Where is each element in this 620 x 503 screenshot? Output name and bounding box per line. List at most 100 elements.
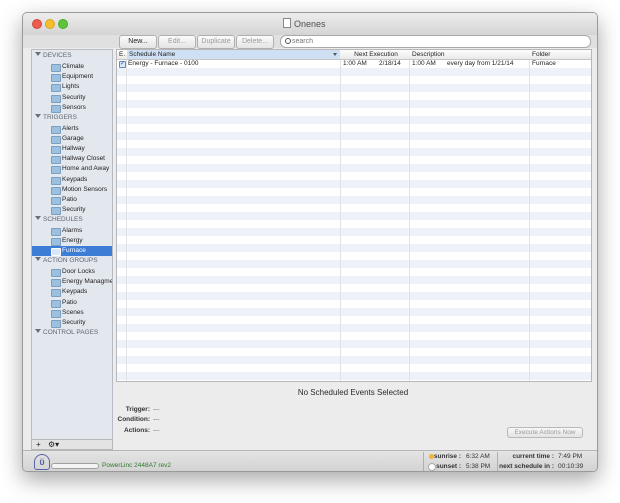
column-header-schedule-name-label: Schedule Name <box>129 51 176 58</box>
sidebar-item-label: Patio <box>62 195 77 203</box>
sidebar-section-header[interactable]: DEVICES <box>35 52 72 59</box>
folder-icon <box>51 289 61 298</box>
disclosure-triangle-icon[interactable] <box>35 328 41 333</box>
sidebar-item[interactable]: Energy <box>32 236 112 246</box>
sidebar-item[interactable]: Security <box>32 205 112 216</box>
search-field[interactable] <box>280 35 591 48</box>
sidebar-item[interactable]: Keypads <box>32 287 112 298</box>
trigger-label: Trigger: <box>125 406 150 413</box>
condition-label: Condition: <box>117 416 151 423</box>
sidebar-item[interactable]: Keypads <box>32 175 112 185</box>
sidebar-item-label: Alerts <box>62 124 79 132</box>
column-header-folder[interactable]: Folder <box>530 50 591 59</box>
sidebar-item[interactable]: Hallway Closet <box>32 154 112 165</box>
sidebar-item[interactable]: Home and Away <box>32 164 112 175</box>
sidebar-item-label: Motion Sensors <box>62 185 108 193</box>
gear-menu-button[interactable]: ⚙▾ <box>48 440 59 449</box>
minimize-window-button[interactable] <box>45 19 55 29</box>
folder-icon <box>51 145 61 154</box>
sidebar-item[interactable]: Equipment <box>32 72 112 83</box>
sidebar-item[interactable]: Furnace <box>32 246 112 257</box>
disclosure-triangle-icon[interactable] <box>35 52 41 56</box>
column-header-next-execution[interactable]: Next Execution <box>341 50 409 59</box>
table-row[interactable]: ✓ Energy - Furnace - 0100 1:00 AM 2/18/1… <box>117 60 591 68</box>
folder-icon <box>51 309 61 318</box>
schedule-times: current time : 7:49 PM next schedule in … <box>497 452 594 471</box>
disclosure-triangle-icon[interactable] <box>35 256 41 261</box>
condition-value: --- <box>153 416 160 423</box>
sidebar-item[interactable]: Security <box>32 93 112 103</box>
sidebar-item[interactable]: Door Locks <box>32 267 112 277</box>
current-time-label: current time : <box>512 453 554 460</box>
folder-icon <box>51 135 61 144</box>
column-header-description[interactable]: Description <box>410 50 529 59</box>
next-schedule-value: 00:10:39 <box>558 463 584 470</box>
title-bar: Onenes <box>23 13 597 36</box>
sidebar-item[interactable]: Hallway <box>32 144 112 154</box>
sidebar-item[interactable]: Climate <box>32 62 112 72</box>
new-button[interactable]: New... <box>119 35 157 49</box>
folder-icon <box>51 176 61 185</box>
sidebar-item[interactable]: Patio <box>32 195 112 205</box>
search-input[interactable] <box>292 36 582 47</box>
sidebar-item-label: Security <box>62 206 86 214</box>
column-header-schedule-name[interactable]: Schedule Name <box>127 50 340 59</box>
sidebar-item[interactable]: Scenes <box>32 308 112 318</box>
sunrise-label: sunrise : <box>433 453 461 460</box>
close-window-button[interactable] <box>32 19 42 29</box>
disclosure-triangle-icon[interactable] <box>35 215 41 220</box>
sidebar-section-title: DEVICES <box>43 52 72 59</box>
sun-times: sunrise : 6:32 AM sunset : 5:38 PM <box>423 452 496 471</box>
add-item-button[interactable]: + <box>36 440 41 449</box>
sidebar-item[interactable]: Energy Managmen <box>32 277 113 288</box>
window-title-text: Onenes <box>294 19 326 29</box>
sidebar-item[interactable]: Patio <box>32 298 112 308</box>
sunset-label: sunset : <box>436 463 461 470</box>
sidebar-section-header[interactable]: CONTROL PAGES <box>35 328 98 336</box>
sidebar-item-label: Hallway <box>62 144 85 152</box>
execute-actions-button[interactable]: Execute Actions Now <box>507 427 583 438</box>
sidebar-item[interactable]: Lights <box>32 82 112 93</box>
next-execution-time-cell: 1:00 AM <box>343 60 367 67</box>
schedule-name-cell: Energy - Furnace - 0100 <box>128 60 199 67</box>
sidebar-footer: + ⚙▾ <box>31 439 113 450</box>
folder-icon <box>51 279 61 288</box>
sunset-value: 5:38 PM <box>466 463 491 470</box>
sidebar-item-label: Sensors <box>62 103 86 111</box>
schedule-table: ✓ Energy - Furnace - 0100 1:00 AM 2/18/1… <box>116 49 592 382</box>
folder-icon <box>51 84 61 93</box>
window-title: Onenes <box>283 18 326 29</box>
sidebar-section-header[interactable]: TRIGGERS <box>35 113 77 121</box>
sidebar-item[interactable]: Alarms <box>32 226 112 236</box>
sidebar-item[interactable]: Security <box>32 318 112 328</box>
description-time-cell: 1:00 AM <box>412 60 436 67</box>
column-header-enabled[interactable]: E. <box>117 50 126 59</box>
folder-icon <box>51 104 61 113</box>
delete-button[interactable]: Delete... <box>236 35 274 49</box>
sidebar-section-title: ACTION GROUPS <box>43 256 98 264</box>
duplicate-button[interactable]: Duplicate <box>197 35 235 49</box>
sidebar-section-title: SCHEDULES <box>43 215 83 223</box>
sidebar-item-label: Security <box>62 93 86 101</box>
sidebar-item-label: Climate <box>62 63 85 70</box>
actions-label: Actions: <box>124 427 150 434</box>
sidebar-item-label: Energy Managmen <box>62 278 113 286</box>
sidebar-section-header[interactable]: SCHEDULES <box>35 215 83 223</box>
sidebar-item[interactable]: Sensors <box>32 103 112 113</box>
column-divider <box>409 50 410 381</box>
sidebar-section-header[interactable]: ACTION GROUPS <box>35 256 98 264</box>
edit-button[interactable]: Edit... <box>158 35 196 49</box>
table-header: E. Schedule Name Next Execution Descript… <box>117 50 591 60</box>
enabled-checkbox[interactable]: ✓ <box>119 61 126 68</box>
sidebar-item[interactable]: Motion Sensors <box>32 185 112 195</box>
zoom-window-button[interactable] <box>58 19 68 29</box>
folder-icon <box>51 196 61 205</box>
sidebar-item-label: Home and Away <box>62 165 110 173</box>
sidebar-item[interactable]: Garage <box>32 134 112 144</box>
folder-icon <box>51 248 61 257</box>
sidebar-item[interactable]: Alerts <box>32 124 112 134</box>
folder-icon <box>51 156 61 165</box>
sunrise-value: 6:32 AM <box>466 453 490 460</box>
sidebar-item-label: Energy <box>62 237 83 244</box>
disclosure-triangle-icon[interactable] <box>35 113 41 118</box>
